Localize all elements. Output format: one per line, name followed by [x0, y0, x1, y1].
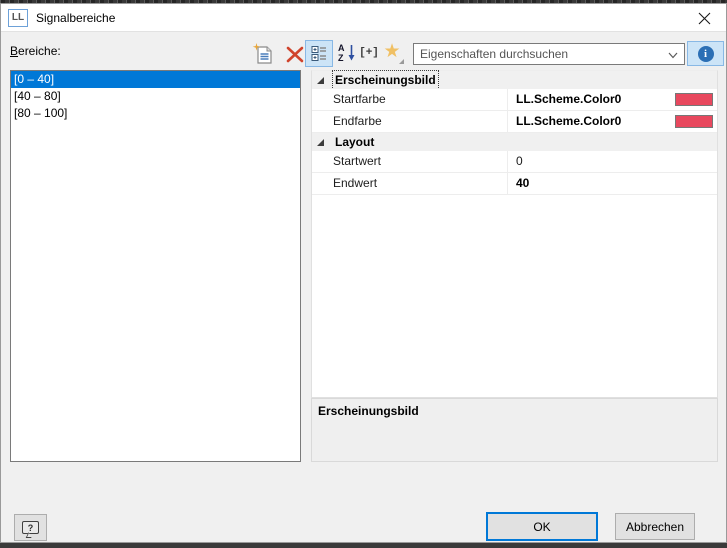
title-bar[interactable]: LL Signalbereiche — [1, 4, 726, 32]
ranges-label-accel: B — [10, 44, 18, 58]
category-row-layout[interactable]: Layout — [312, 133, 717, 151]
background-behind-window-bottom — [0, 543, 727, 548]
property-name: Startfarbe — [333, 89, 386, 110]
category-row-erscheinungsbild[interactable]: Erscheinungsbild — [312, 71, 717, 89]
categorized-view-icon — [311, 45, 328, 62]
list-item-range-2[interactable]: [80 – 100] — [11, 105, 300, 122]
screen: { "window": { "app_icon_text": "LL", "ti… — [0, 0, 727, 548]
cancel-button[interactable]: Abbrechen — [615, 513, 695, 540]
property-value[interactable]: 40 — [507, 173, 717, 194]
app-logo-icon: LL — [8, 9, 28, 27]
signalbereiche-dialog: LL Signalbereiche Bereiche: [0 – 40] [40… — [0, 3, 727, 543]
close-button[interactable] — [689, 4, 719, 32]
svg-text:Z: Z — [338, 53, 344, 63]
ranges-label: Bereiche: — [10, 44, 61, 58]
property-value[interactable]: 0 — [507, 151, 717, 172]
property-row-endfarbe[interactable]: Endfarbe LL.Scheme.Color0 — [312, 111, 717, 133]
favorites-button[interactable]: ★ — [380, 41, 404, 66]
property-row-startwert[interactable]: Startwert 0 — [312, 151, 717, 173]
info-button[interactable]: i — [687, 41, 724, 66]
categorized-view-button[interactable] — [305, 40, 333, 67]
property-row-startfarbe[interactable]: Startfarbe LL.Scheme.Color0 — [312, 89, 717, 111]
property-name: Endwert — [333, 173, 377, 194]
delete-x-icon — [285, 44, 305, 64]
window-title: Signalbereiche — [36, 4, 115, 32]
new-document-icon — [251, 42, 275, 66]
delete-range-button[interactable] — [284, 43, 306, 67]
property-description-pane: Erscheinungsbild — [311, 398, 718, 462]
search-combobox[interactable] — [413, 43, 685, 65]
property-grid: Erscheinungsbild Startfarbe LL.Scheme.Co… — [311, 70, 718, 398]
close-icon — [698, 12, 711, 25]
chevron-down-icon[interactable] — [666, 48, 680, 62]
collapse-triangle-icon[interactable] — [316, 138, 325, 147]
category-label[interactable]: Layout — [333, 133, 376, 151]
list-item-range-1[interactable]: [40 – 80] — [11, 88, 300, 105]
help-button[interactable]: ? — [14, 514, 47, 541]
property-name: Startwert — [333, 151, 381, 172]
description-title: Erscheinungsbild — [318, 404, 419, 418]
ranges-label-rest: ereiche: — [18, 44, 61, 58]
property-row-endwert[interactable]: Endwert 40 — [312, 173, 717, 195]
collapse-triangle-icon[interactable] — [316, 76, 325, 85]
list-item-range-0[interactable]: [0 – 40] — [11, 71, 300, 88]
sort-az-icon: A Z — [337, 42, 357, 64]
add-range-button[interactable] — [250, 42, 276, 68]
color-swatch[interactable] — [675, 93, 713, 106]
expand-all-button[interactable]: [+] — [357, 41, 381, 65]
color-swatch[interactable] — [675, 115, 713, 128]
search-input[interactable] — [414, 44, 664, 64]
star-icon: ★ — [383, 41, 400, 62]
property-name: Endfarbe — [333, 111, 382, 132]
help-bubble-icon: ? — [22, 521, 39, 534]
svg-text:A: A — [338, 43, 345, 53]
ok-button[interactable]: OK — [486, 512, 598, 541]
ranges-listbox[interactable]: [0 – 40] [40 – 80] [80 – 100] — [10, 70, 301, 462]
category-label[interactable]: Erscheinungsbild — [333, 71, 438, 89]
info-icon: i — [698, 46, 714, 62]
sort-alphabetical-button[interactable]: A Z — [336, 41, 357, 65]
